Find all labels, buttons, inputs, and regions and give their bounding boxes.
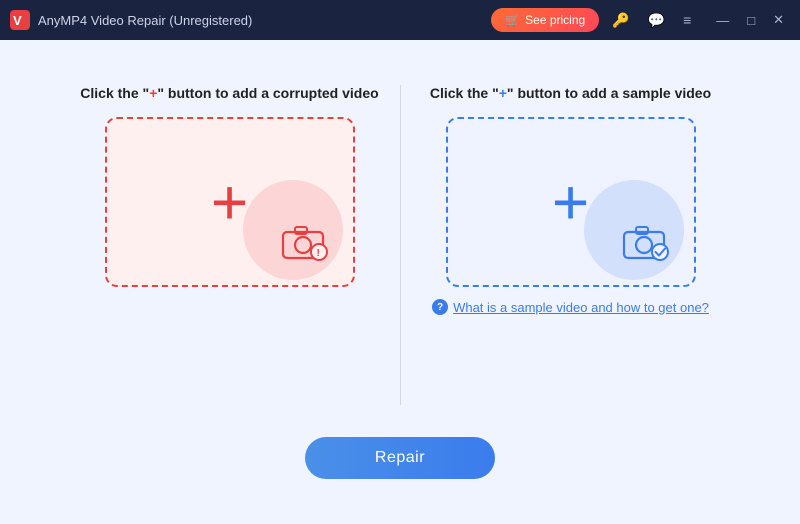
corrupted-video-panel: Click the "+" button to add a corrupted … (80, 85, 380, 287)
app-title: AnyMP4 Video Repair (Unregistered) (38, 13, 491, 28)
close-button[interactable]: ✕ (767, 10, 790, 30)
window-controls: — □ ✕ (710, 10, 790, 30)
title-bar: V AnyMP4 Video Repair (Unregistered) 🛒 S… (0, 0, 800, 40)
chat-button[interactable]: 💬 (643, 10, 670, 31)
svg-text:!: ! (316, 248, 319, 259)
corrupted-drop-zone[interactable]: + ! (105, 117, 355, 287)
title-bar-actions: 🛒 See pricing 🔑 💬 ≡ — □ ✕ (491, 8, 790, 32)
corrupted-panel-instruction: Click the "+" button to add a corrupted … (80, 85, 378, 101)
help-icon: ? (432, 299, 448, 315)
minimize-button[interactable]: — (710, 10, 735, 30)
svg-text:V: V (13, 13, 22, 28)
corrupted-camera-icon: ! (281, 222, 331, 267)
sample-drop-zone-inner: + (448, 119, 694, 285)
repair-button[interactable]: Repair (305, 437, 495, 479)
menu-button[interactable]: ≡ (678, 10, 696, 30)
app-logo: V (10, 10, 30, 30)
sample-drop-zone[interactable]: + (446, 117, 696, 287)
sample-video-panel: Click the "+" button to add a sample vid… (421, 85, 721, 315)
maximize-button[interactable]: □ (741, 10, 761, 30)
repair-button-row: Repair (305, 437, 495, 479)
corrupted-drop-zone-inner: + ! (107, 119, 353, 285)
panels-row: Click the "+" button to add a corrupted … (40, 85, 760, 405)
help-link-row: ? What is a sample video and how to get … (432, 299, 709, 315)
sample-panel-instruction: Click the "+" button to add a sample vid… (430, 85, 711, 101)
sample-camera-icon (622, 222, 672, 267)
panel-divider (400, 85, 401, 405)
cart-icon: 🛒 (505, 13, 520, 27)
help-link[interactable]: What is a sample video and how to get on… (453, 300, 709, 315)
main-content: Click the "+" button to add a corrupted … (0, 40, 800, 524)
see-pricing-button[interactable]: 🛒 See pricing (491, 8, 599, 32)
key-button[interactable]: 🔑 (607, 10, 634, 31)
